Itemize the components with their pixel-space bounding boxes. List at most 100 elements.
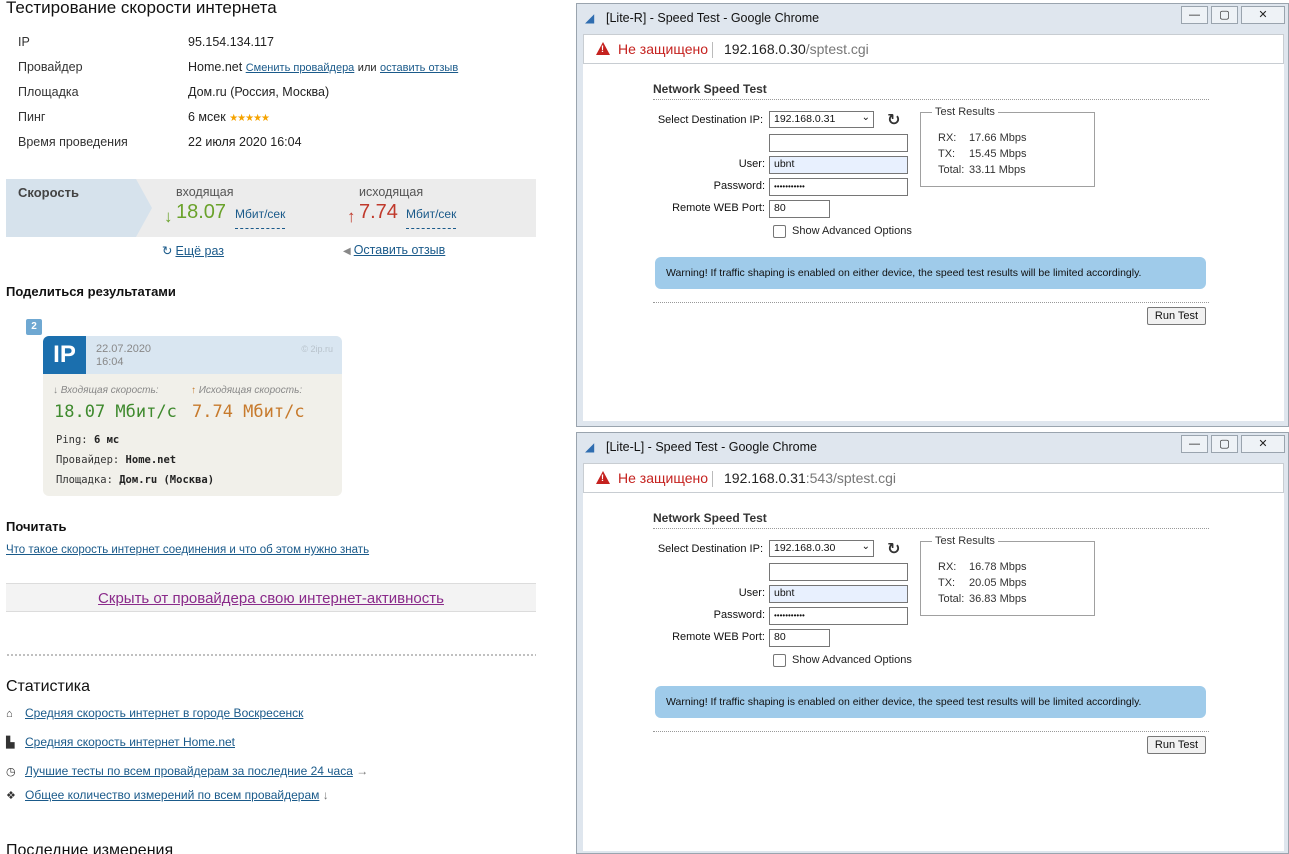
card-badge: 2 (26, 319, 42, 335)
destination-label: Select Destination IP: (657, 543, 763, 555)
vpn-promo-band: Скрыть от провайдера свою интернет-актив… (6, 583, 536, 612)
chrome-window-lite-l: ◢ [Lite-L] - Speed Test - Google Chrome … (576, 432, 1289, 854)
page-viewport: Network Speed Test Select Destination IP… (583, 493, 1284, 851)
rx-result: RX: 17.66 Mbps (938, 132, 1027, 144)
user-label: User: (738, 587, 765, 599)
chevron-down-icon: ⌄ (861, 112, 870, 123)
stat-item-best[interactable]: ◷ Лучшие тесты по всем провайдерам за пос… (6, 764, 368, 778)
info-label-provider: Провайдер (18, 60, 83, 74)
review-link[interactable]: Оставить отзыв (354, 243, 446, 257)
port-input[interactable]: 80 (769, 200, 830, 218)
retest-action[interactable]: ↻ Ещё раз (162, 243, 224, 258)
maximize-button[interactable]: ▢ (1211, 6, 1238, 24)
rx-result: RX: 16.78 Mbps (938, 561, 1027, 573)
advanced-options-label[interactable]: Show Advanced Options (792, 225, 912, 237)
info-value-ip: 95.154.134.117 (188, 35, 274, 49)
port-input[interactable]: 80 (769, 629, 830, 647)
leave-review-link[interactable]: оставить отзыв (380, 62, 458, 74)
user-input[interactable]: ubnt (769, 156, 908, 174)
card-header (43, 336, 342, 374)
destination-ip-input[interactable] (769, 563, 908, 581)
stat-link-best[interactable]: Лучшие тесты по всем провайдерам за посл… (25, 764, 353, 778)
chrome-window-lite-r: ◢ [Lite-R] - Speed Test - Google Chrome … (576, 3, 1289, 427)
address-bar[interactable]: Не защищено 192.168.0.31:543/sptest.cgi (583, 463, 1284, 493)
minimize-button[interactable]: — (1181, 6, 1208, 24)
run-test-button[interactable]: Run Test (1147, 736, 1206, 754)
stat-item-provider[interactable]: ▙ Средняя скорость интернет Home.net (6, 735, 235, 749)
run-test-button[interactable]: Run Test (1147, 307, 1206, 325)
window-titlebar[interactable]: ◢ [Lite-L] - Speed Test - Google Chrome … (577, 433, 1288, 461)
password-input[interactable]: ••••••••••• (769, 178, 908, 196)
chevron-down-icon: ⌄ (861, 541, 870, 552)
share-title: Поделиться результатами (6, 284, 176, 299)
card-watermark: © 2ip.ru (301, 344, 333, 354)
advanced-options-checkbox[interactable] (773, 225, 786, 238)
download-value: 18.07 (176, 201, 227, 223)
address-bar[interactable]: Не защищено 192.168.0.30/sptest.cgi (583, 34, 1284, 64)
info-value-time: 22 июля 2020 16:04 (188, 135, 302, 149)
user-input[interactable]: ubnt (769, 585, 908, 603)
close-button[interactable]: ✕ (1241, 6, 1285, 24)
upload-unit-link[interactable]: Мбит/сек (406, 207, 457, 229)
destination-select[interactable]: 192.168.0.30 ⌄ (769, 540, 874, 557)
password-input[interactable]: ••••••••••• (769, 607, 908, 625)
url-text[interactable]: 192.168.0.31:543/sptest.cgi (724, 470, 896, 486)
card-date: 22.07.2020 16:04 (96, 343, 152, 368)
last-measurements-title: Последние измерения (6, 842, 174, 854)
minimize-button[interactable]: — (1181, 435, 1208, 453)
close-button[interactable]: ✕ (1241, 435, 1285, 453)
upload-value: 7.74 (359, 201, 398, 223)
stat-item-total[interactable]: ❖ Общее количество измерений по всем пров… (6, 788, 329, 802)
traffic-shaping-warning: Warning! If traffic shaping is enabled o… (655, 257, 1206, 289)
info-label-time: Время проведения (18, 135, 128, 149)
advanced-options-checkbox[interactable] (773, 654, 786, 667)
refresh-icon[interactable]: ↻ (887, 110, 900, 130)
port-label: Remote WEB Port: (672, 631, 765, 643)
clock-icon: ◷ (6, 766, 16, 778)
download-label: входящая (176, 185, 234, 199)
password-label: Password: (713, 180, 765, 192)
info-value-ping: 6 мсек ★★★★★ (188, 110, 270, 124)
stat-link-city[interactable]: Средняя скорость интернет в городе Воскр… (25, 706, 303, 720)
destination-select[interactable]: 192.168.0.31 ⌄ (769, 111, 874, 128)
speedtest-page: Тестирование скорости интернета IP 95.15… (0, 0, 572, 854)
rating-stars-icon: ★★★★★ (229, 113, 270, 124)
speed-summary: Скорость входящая ↓ 18.07 Мбит/сек исход… (6, 179, 536, 237)
test-results-box: Test Results RX: 16.78 Mbps TX: 20.05 Mbps… (920, 535, 1095, 616)
change-provider-link[interactable]: Сменить провайдера (246, 62, 355, 74)
megaphone-icon: ◀ (343, 246, 351, 257)
traffic-shaping-warning: Warning! If traffic shaping is enabled o… (655, 686, 1206, 718)
card-in-label: ↓ Входящая скорость: (53, 385, 159, 396)
window-titlebar[interactable]: ◢ [Lite-R] - Speed Test - Google Chrome … (577, 4, 1288, 32)
destination-ip-input[interactable] (769, 134, 908, 152)
provider-or: или (357, 62, 377, 74)
result-card[interactable]: IP 22.07.2020 16:04 © 2ip.ru ↓ Входящая … (43, 336, 342, 496)
vpn-promo-link[interactable]: Скрыть от провайдера свою интернет-актив… (98, 590, 444, 607)
tx-result: TX: 20.05 Mbps (938, 577, 1027, 589)
advanced-options-label[interactable]: Show Advanced Options (792, 654, 912, 666)
review-action[interactable]: ◀ Оставить отзыв (343, 243, 445, 257)
password-label: Password: (713, 609, 765, 621)
retest-link[interactable]: Ещё раз (175, 244, 224, 258)
speed-tab: Скорость (6, 179, 152, 237)
user-label: User: (738, 158, 765, 170)
info-label-site: Площадка (18, 85, 79, 99)
stat-link-total[interactable]: Общее количество измерений по всем прова… (25, 788, 319, 802)
page-viewport: Network Speed Test Select Destination IP… (583, 64, 1284, 421)
url-text[interactable]: 192.168.0.30/sptest.cgi (724, 41, 869, 57)
destination-label: Select Destination IP: (657, 114, 763, 126)
port-label: Remote WEB Port: (672, 202, 765, 214)
stat-link-provider[interactable]: Средняя скорость интернет Home.net (25, 735, 235, 749)
info-label-ping: Пинг (18, 110, 46, 124)
total-result: Total: 36.83 Mbps (938, 593, 1027, 605)
refresh-icon[interactable]: ↻ (887, 539, 900, 559)
warning-icon (596, 471, 610, 484)
retry-icon: ↻ (162, 244, 173, 258)
stat-item-city[interactable]: ⌂ Средняя скорость интернет в городе Воск… (6, 706, 303, 720)
read-article-link[interactable]: Что такое скорость интернет соединения и… (6, 544, 369, 556)
wifi-icon: ◢ (585, 440, 595, 454)
card-provider: Провайдер: Home.net (56, 454, 177, 466)
maximize-button[interactable]: ▢ (1211, 435, 1238, 453)
download-unit-link[interactable]: Мбит/сек (235, 207, 286, 229)
read-title: Почитать (6, 519, 67, 534)
